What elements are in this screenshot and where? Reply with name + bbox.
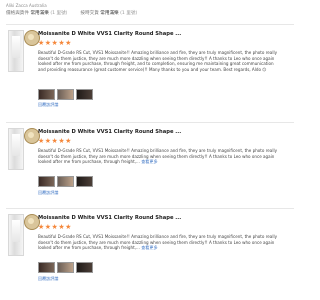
review-item: Moissanite D White VVS1 Clarity Round Sh…: [0, 208, 300, 296]
review-photo[interactable]: [38, 176, 55, 187]
divider: [6, 24, 294, 25]
review-photo[interactable]: [76, 262, 93, 273]
review-text: Beautiful D-Grade RS Cut, VVS1 Moissanit…: [38, 234, 278, 251]
rating-label-1: 價格與貨件: [6, 11, 29, 16]
review-photo[interactable]: [57, 176, 74, 187]
review-item: Moissanite D White VVS1 Clarity Round Sh…: [0, 122, 300, 210]
review-text-content: Beautiful D-Grade RS Cut, VVS1 Moissanit…: [38, 50, 278, 72]
review-photo[interactable]: [76, 89, 93, 100]
star-rating: ★★★★★: [38, 223, 72, 231]
review-photo[interactable]: [38, 89, 55, 100]
review-photos: [38, 89, 93, 100]
product-thumbnail[interactable]: [8, 214, 24, 256]
review-item: Moissanite D White VVS1 Clarity Round Sh…: [0, 24, 300, 112]
rating-value-2: 常用滿樂: [100, 11, 119, 16]
star-rating: ★★★★★: [38, 137, 72, 145]
review-photo[interactable]: [57, 262, 74, 273]
product-thumbnail[interactable]: [8, 30, 24, 72]
product-title[interactable]: Moissanite D White VVS1 Clarity Round Sh…: [38, 215, 181, 221]
shop-ratings-summary: 價格與貨件 常用滿樂 (1 里號) 按時交貨 常用滿樂 (1 里號): [6, 10, 137, 16]
rating-label-2: 按時交貨: [80, 11, 99, 16]
product-title[interactable]: Moissanite D White VVS1 Clarity Round Sh…: [38, 31, 181, 37]
review-text: Beautiful D-Grade RS Cut, VVS1 Moissanit…: [38, 50, 278, 72]
divider: [6, 122, 294, 123]
reply-link[interactable]: 回覆該評論: [38, 276, 58, 282]
star-rating: ★★★★★: [38, 39, 72, 47]
see-more-link[interactable]: 查看更多: [141, 159, 157, 164]
review-photos: [38, 262, 93, 273]
shop-name: Aliki Zacca Australia: [6, 3, 47, 8]
rating-value-1: 常用滿樂: [30, 11, 49, 16]
product-title[interactable]: Moissanite D White VVS1 Clarity Round Sh…: [38, 129, 181, 135]
reply-link[interactable]: 回覆該評論: [38, 102, 58, 108]
review-text: Beautiful D-Grade RS Cut, VVS1 Moissanit…: [38, 148, 278, 165]
rating-count-2: (1 里號): [120, 11, 138, 16]
review-photos: [38, 176, 93, 187]
review-photo[interactable]: [57, 89, 74, 100]
product-thumbnail[interactable]: [8, 128, 24, 170]
rating-count-1: (1 里號): [50, 11, 68, 16]
reply-link[interactable]: 回覆該評論: [38, 190, 58, 196]
review-photo[interactable]: [38, 262, 55, 273]
divider: [6, 208, 294, 209]
see-more-link[interactable]: 查看更多: [141, 245, 157, 250]
review-photo[interactable]: [76, 176, 93, 187]
